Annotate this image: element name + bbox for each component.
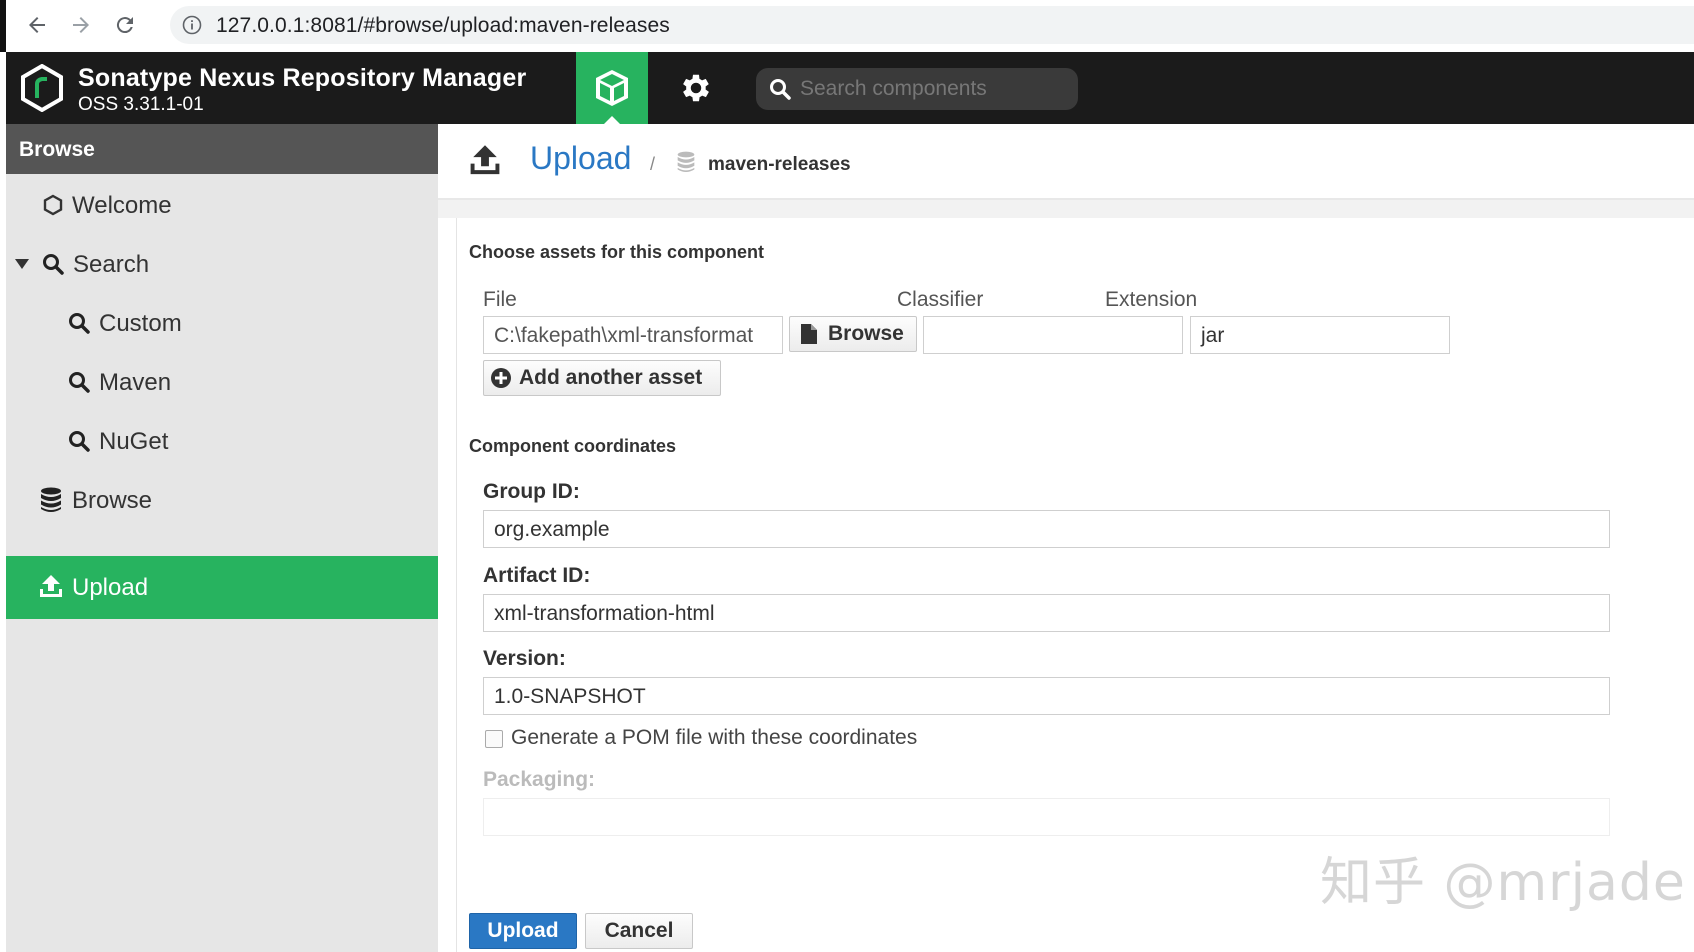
address-bar[interactable]: 127.0.0.1:8081/#browse/upload:maven-rele… — [170, 6, 1694, 44]
cube-icon — [596, 70, 628, 106]
extension-label: Extension — [1105, 288, 1198, 311]
group-id-label: Group ID: — [483, 480, 580, 503]
generate-pom-label: Generate a POM file with these coordinat… — [511, 726, 918, 749]
sidebar-item-search[interactable]: Search — [6, 233, 438, 296]
artifact-id-input[interactable]: xml-transformation-html — [483, 594, 1610, 632]
info-icon — [182, 15, 202, 35]
upload-icon — [38, 574, 64, 600]
assets-section-title: Choose assets for this component — [469, 242, 765, 262]
reload-icon — [116, 17, 133, 34]
add-another-asset-button[interactable]: Add another asset — [483, 360, 721, 396]
search-components-input[interactable] — [800, 74, 1070, 104]
arrow-right-icon — [73, 17, 89, 33]
url-text: 127.0.0.1:8081/#browse/upload:maven-rele… — [216, 14, 670, 37]
sidebar-item-nuget[interactable]: NuGet — [6, 410, 438, 473]
sidebar-item-label: Search — [73, 251, 150, 278]
sidebar-item-label: Welcome — [72, 192, 172, 219]
cancel-button[interactable]: Cancel — [585, 913, 693, 949]
sidebar-item-label: Custom — [99, 310, 182, 337]
component-search — [756, 68, 1078, 110]
admin-settings-button[interactable] — [674, 66, 718, 110]
app-title: Sonatype Nexus Repository Manager — [78, 64, 527, 92]
sidebar-item-maven[interactable]: Maven — [6, 351, 438, 414]
gear-icon — [683, 74, 709, 102]
database-icon — [677, 151, 695, 172]
packaging-input — [483, 798, 1610, 836]
back-button[interactable] — [20, 8, 54, 42]
sidebar-item-browse[interactable]: Browse — [6, 469, 438, 532]
arrow-left-icon — [29, 17, 45, 33]
page-header: Upload / maven-releases — [438, 124, 1694, 200]
active-caret — [604, 116, 620, 124]
divider — [438, 200, 1694, 218]
sidebar-item-custom[interactable]: Custom — [6, 292, 438, 355]
reload-button[interactable] — [108, 8, 142, 42]
sidebar-item-label: Browse — [72, 487, 153, 514]
file-label: File — [483, 288, 517, 311]
search-icon — [66, 369, 92, 395]
sidebar-item-label: Maven — [99, 369, 172, 396]
classifier-input[interactable] — [923, 316, 1183, 354]
version-label: Version: — [483, 647, 566, 670]
main-content: Upload / maven-releases Choose assets fo… — [438, 124, 1694, 952]
forward-button[interactable] — [64, 8, 98, 42]
browse-file-button[interactable]: Browse — [789, 316, 917, 352]
search-icon — [66, 428, 92, 454]
sidebar-heading: Browse — [6, 124, 438, 174]
upload-button[interactable]: Upload — [469, 913, 577, 949]
upload-icon — [470, 145, 500, 175]
search-icon — [40, 251, 66, 277]
extension-input[interactable]: jar — [1190, 316, 1450, 354]
version-input[interactable]: 1.0-SNAPSHOT — [483, 677, 1610, 715]
app-header: Sonatype Nexus Repository Manager OSS 3.… — [6, 52, 1694, 124]
file-icon — [801, 324, 817, 344]
page-title[interactable]: Upload — [530, 140, 631, 177]
nexus-logo-icon — [21, 64, 63, 112]
app-version: OSS 3.31.1-01 — [78, 94, 204, 115]
browse-mode-button[interactable] — [576, 52, 648, 124]
file-input[interactable]: C:\fakepath\xml-transformat — [483, 316, 783, 354]
database-icon — [38, 487, 64, 513]
sidebar: Browse Welcome Search Custom Maven NuGet — [6, 124, 438, 952]
classifier-label: Classifier — [897, 288, 984, 311]
sidebar-item-welcome[interactable]: Welcome — [6, 174, 438, 237]
sidebar-item-upload[interactable]: Upload — [6, 556, 438, 619]
packaging-label: Packaging: — [483, 768, 596, 791]
group-id-input[interactable]: org.example — [483, 510, 1610, 548]
breadcrumb-repository: maven-releases — [708, 154, 851, 175]
browser-toolbar: 127.0.0.1:8081/#browse/upload:maven-rele… — [0, 0, 1694, 52]
coordinates-section-title: Component coordinates — [469, 436, 677, 456]
triangle-down-icon[interactable] — [12, 251, 32, 277]
browse-button-label: Browse — [828, 322, 904, 345]
plus-circle-icon — [491, 368, 511, 388]
search-icon — [770, 79, 791, 100]
generate-pom-checkbox[interactable] — [485, 730, 503, 748]
sidebar-item-label: NuGet — [99, 428, 169, 455]
add-asset-label: Add another asset — [519, 366, 703, 389]
hexagon-icon — [40, 192, 66, 218]
breadcrumb-separator: / — [650, 154, 656, 174]
artifact-id-label: Artifact ID: — [483, 564, 591, 587]
search-icon — [66, 310, 92, 336]
watermark: 知乎 @mrjade — [1320, 853, 1686, 913]
sidebar-item-label: Upload — [72, 574, 149, 601]
